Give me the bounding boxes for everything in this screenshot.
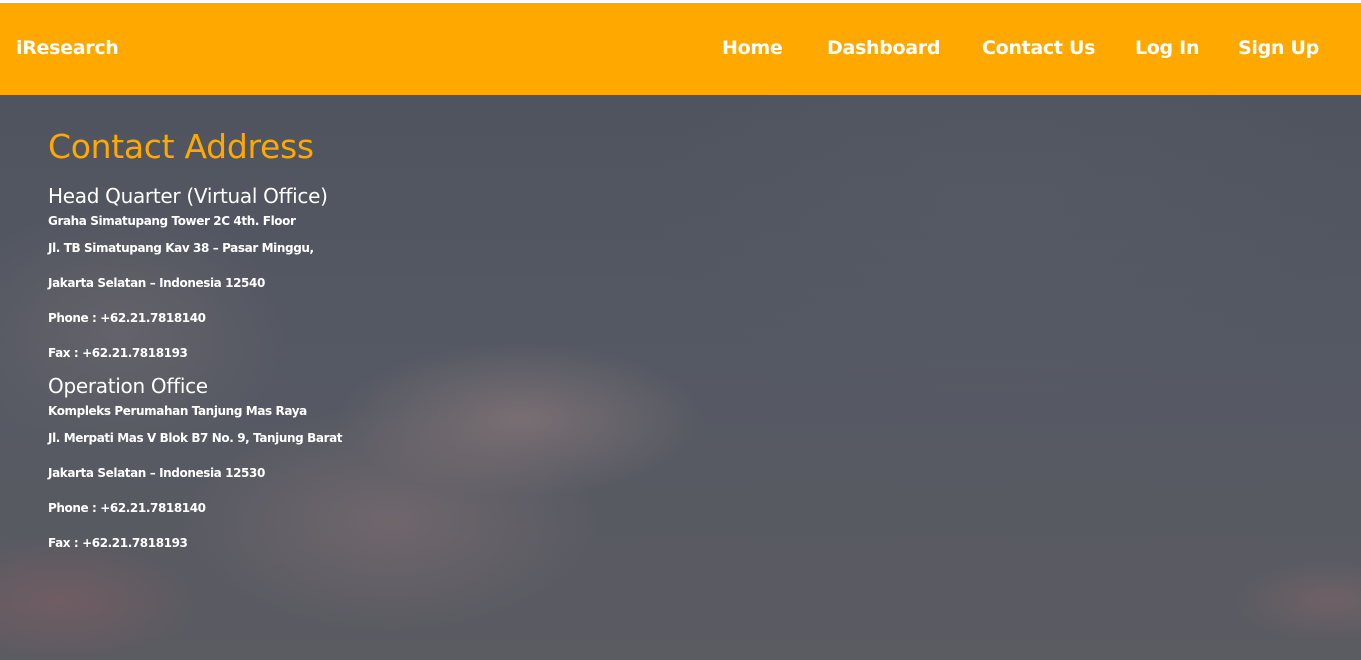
- nav-log-in-link[interactable]: Log In: [1135, 37, 1199, 59]
- nav-dashboard-link[interactable]: Dashboard: [827, 37, 940, 59]
- navbar: iResearch Home Dashboard Contact Us Log …: [0, 3, 1361, 95]
- op-fax: Fax : +62.21.7818193: [48, 536, 188, 550]
- hq-address-line-1: Graha Simatupang Tower 2C 4th. Floor: [48, 214, 296, 228]
- brand-logo-link[interactable]: iResearch: [16, 37, 119, 59]
- op-address-line-1: Kompleks Perumahan Tanjung Mas Raya: [48, 404, 307, 418]
- hq-address-line-3: Jakarta Selatan – Indonesia 12540: [48, 276, 265, 290]
- hq-address-line-2: Jl. TB Simatupang Kav 38 – Pasar Minggu,: [48, 241, 314, 255]
- nav-home-link[interactable]: Home: [722, 37, 783, 59]
- page-title: Contact Address: [48, 127, 314, 166]
- head-quarter-heading: Head Quarter (Virtual Office): [48, 184, 328, 208]
- nav-contact-us-link[interactable]: Contact Us: [982, 37, 1095, 59]
- contact-address-section: Contact Address Head Quarter (Virtual Of…: [48, 125, 548, 561]
- op-address-line-3: Jakarta Selatan – Indonesia 12530: [48, 466, 265, 480]
- hq-phone: Phone : +62.21.7818140: [48, 311, 206, 325]
- nav-sign-up-link[interactable]: Sign Up: [1238, 37, 1319, 59]
- op-address-line-2: Jl. Merpati Mas V Blok B7 No. 9, Tanjung…: [48, 431, 343, 445]
- operation-office-heading: Operation Office: [48, 374, 208, 398]
- op-phone: Phone : +62.21.7818140: [48, 501, 206, 515]
- hq-fax: Fax : +62.21.7818193: [48, 346, 188, 360]
